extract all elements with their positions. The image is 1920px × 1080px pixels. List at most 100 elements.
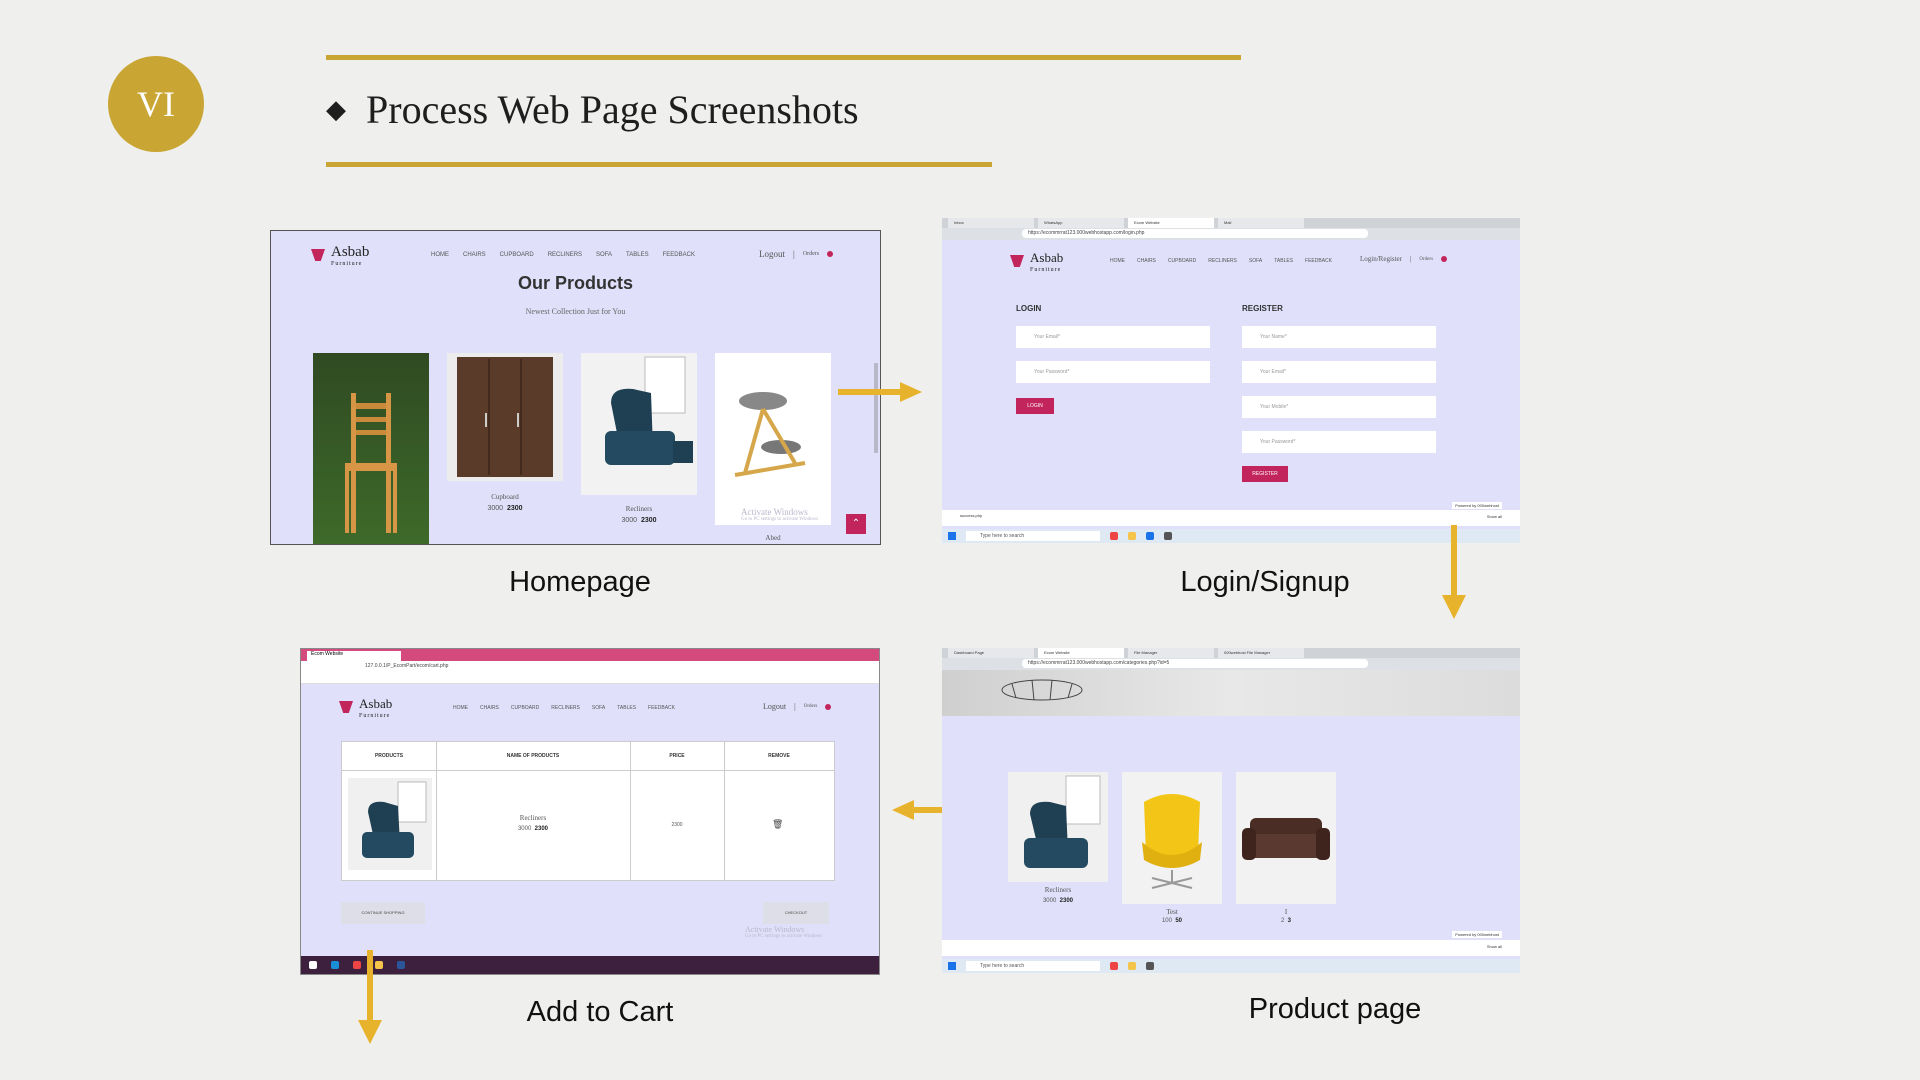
store-icon[interactable] [1164,532,1172,540]
current-price: 2300 [506,505,523,512]
product-name-recliners: Recliners [1044,886,1072,894]
store-icon[interactable] [1146,962,1154,970]
taskbar-search[interactable]: Type here to search [966,531,1100,541]
show-all-button[interactable]: Show all [1487,944,1502,949]
mail-icon[interactable] [1146,532,1154,540]
windows-taskbar [301,956,879,974]
nav-sofa[interactable]: SOFA [1249,258,1262,264]
nav-sofa[interactable]: SOFA [592,705,605,711]
nav-chairs[interactable]: CHAIRS [463,252,486,258]
current-price: 3 [1287,918,1292,924]
scrollbar[interactable] [874,363,878,453]
download-bar: success.php Show all [942,510,1520,526]
orders-link[interactable]: Orders [803,251,819,257]
register-password-field[interactable]: Your Password* [1242,431,1436,453]
activate-windows-watermark: Activate Windows Go to PC settings to ac… [745,925,822,939]
logout-link[interactable]: Logout [759,249,785,259]
cart-icon[interactable] [825,703,832,710]
register-title: REGISTER [1242,304,1283,313]
cart-table: PRODUCTS NAME OF PRODUCTS PRICE REMOVE R… [341,741,835,881]
product-image-sofa[interactable] [1236,772,1336,904]
nav-recliners[interactable]: RECLINERS [551,705,580,711]
windows-taskbar: Type here to search [942,959,1520,973]
browser-tab[interactable]: 000webhost File Manager [1218,648,1304,658]
nav-cupboard[interactable]: CUPBOARD [511,705,539,711]
browser-chrome: Ecom Website [301,649,879,661]
product-image-kneeling-chair[interactable] [715,353,831,525]
recliner-icon [1024,775,1101,868]
nav-cupboard[interactable]: CUPBOARD [500,252,534,258]
register-name-field[interactable]: Your Name* [1242,326,1436,348]
login-register-link[interactable]: Login/Register [1360,255,1402,263]
nav-sofa[interactable]: SOFA [596,252,612,258]
site-logo[interactable]: Asbab Furniture [1010,249,1063,273]
nav-feedback[interactable]: FEEDBACK [648,705,675,711]
trash-icon[interactable]: 🗑 [772,819,783,830]
address-bar[interactable]: https://ecommrrat123.000webhostapp.com/c… [1022,659,1368,668]
taskbar-search[interactable]: Type here to search [966,961,1100,971]
chrome-icon[interactable] [1110,962,1118,970]
login-email-field[interactable]: Your Email* [1016,326,1210,348]
scroll-top-button[interactable]: ⌃ [846,514,866,534]
orders-link[interactable]: Orders [804,704,818,709]
browser-tab[interactable]: WhatsApp [1038,218,1124,228]
browser-tab[interactable]: Mail [1218,218,1304,228]
register-mobile-field[interactable]: Your Mobile* [1242,396,1436,418]
old-price: 3000 [487,505,504,512]
browser-tab[interactable]: Ecom Website [307,651,401,661]
nav-recliners[interactable]: RECLINERS [1208,258,1237,264]
browser-tab[interactable]: Ecom Website [1038,648,1124,658]
nav-feedback[interactable]: FEEDBACK [663,252,695,258]
product-image-chair[interactable] [313,353,429,544]
site-logo[interactable]: Asbab Furniture [311,243,369,268]
nav-home[interactable]: HOME [453,705,468,711]
orders-link[interactable]: Orders [1419,257,1433,262]
login-button[interactable]: LOGIN [1016,398,1054,414]
old-price: 2 [1280,918,1285,924]
browser-tab[interactable]: File Manager [1128,648,1214,658]
nav-home[interactable]: HOME [1110,258,1125,264]
homepage-heading: Our Products [517,273,633,293]
nav-chairs[interactable]: CHAIRS [1137,258,1156,264]
windows-start-icon[interactable] [948,962,956,970]
nav-cupboard[interactable]: CUPBOARD [1168,258,1196,264]
browser-tab[interactable]: Ecom Website [1128,218,1214,228]
address-bar[interactable]: https://ecommrrat123.000webhostapp.com/l… [1022,229,1368,238]
checkout-button[interactable]: CHECKOUT [763,902,829,924]
nav-recliners[interactable]: RECLINERS [548,252,582,258]
product-image-cupboard[interactable] [447,353,563,481]
nav-tables[interactable]: TABLES [626,252,649,258]
continue-shopping-button[interactable]: CONTINUE SHOPPING [341,902,425,924]
word-icon[interactable] [397,961,405,969]
site-logo[interactable]: Asbab Furniture [339,695,392,719]
bottom-rule [326,162,992,167]
windows-start-icon[interactable] [948,532,956,540]
windows-start-icon[interactable] [309,961,317,969]
browser-tab[interactable]: Dashboard Page [948,648,1034,658]
homepage-screenshot: Asbab Furniture HOME CHAIRS CUPBOARD RECL… [270,230,881,545]
register-email-field[interactable]: Your Email* [1242,361,1436,383]
nav-feedback[interactable]: FEEDBACK [1305,258,1332,264]
register-button[interactable]: REGISTER [1242,466,1288,482]
browser-tabs: Inbox WhatsApp Ecom Website Mail [942,218,1520,228]
folder-icon[interactable] [1128,962,1136,970]
nav-tables[interactable]: TABLES [617,705,636,711]
cart-icon[interactable] [1441,256,1448,262]
nav-home[interactable]: HOME [431,252,449,258]
logout-link[interactable]: Logout [763,702,786,711]
nav-chairs[interactable]: CHAIRS [480,705,499,711]
show-all-button[interactable]: Show all [1487,514,1502,519]
product-image-recliners[interactable] [1008,772,1108,882]
edge-icon[interactable] [331,961,339,969]
address-bar[interactable]: 127.0.0.1/P_EcomPart/ecom/cart.php [365,663,448,669]
product-image-recliner[interactable] [581,353,697,495]
download-file[interactable]: success.php [960,513,982,518]
folder-icon[interactable] [1128,532,1136,540]
nav-tables[interactable]: TABLES [1274,258,1293,264]
chrome-icon[interactable] [1110,532,1118,540]
cart-icon[interactable] [827,251,834,257]
address-row: 127.0.0.1/P_EcomPart/ecom/cart.php [301,661,879,673]
login-password-field[interactable]: Your Password* [1016,361,1210,383]
browser-tab[interactable]: Inbox [948,218,1034,228]
product-image-test-chair[interactable] [1122,772,1222,904]
